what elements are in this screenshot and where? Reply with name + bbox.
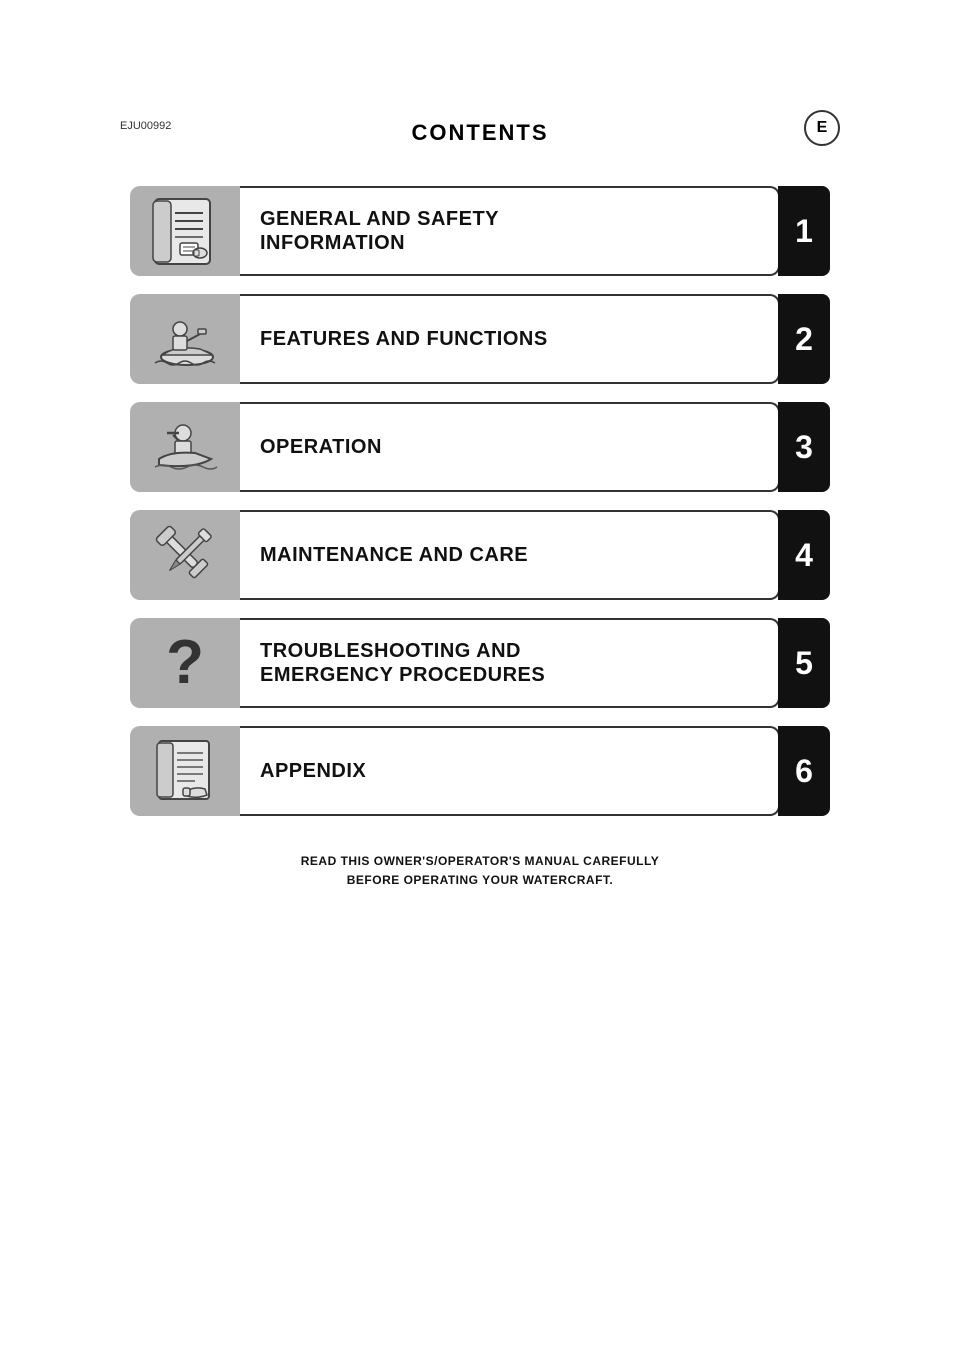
num-badge-2: 2 (778, 294, 830, 384)
toc-row-3[interactable]: OPERATION 3 (130, 402, 830, 492)
label-box-5: TROUBLESHOOTING ANDEMERGENCY PROCEDURES (240, 618, 780, 708)
label-box-3: OPERATION (240, 402, 780, 492)
toc-row-2[interactable]: FEATURES AND FUNCTIONS 2 (130, 294, 830, 384)
label-box-1: GENERAL AND SAFETYINFORMATION (240, 186, 780, 276)
toc-container: GENERAL AND SAFETYINFORMATION 1 (130, 186, 830, 816)
svg-text:?: ? (166, 628, 204, 697)
manual-icon (145, 191, 225, 271)
icon-box-5: ? (130, 618, 240, 708)
toc-row-6[interactable]: APPENDIX 6 (130, 726, 830, 816)
troubleshoot-icon: ? (145, 623, 225, 703)
icon-box-4 (130, 510, 240, 600)
page: EJU00992 CONTENTS E (0, 0, 960, 1358)
page-title: CONTENTS (412, 120, 549, 146)
doc-code: EJU00992 (120, 120, 171, 132)
icon-box-2 (130, 294, 240, 384)
footer-line2: BEFORE OPERATING YOUR WATERCRAFT. (301, 871, 659, 890)
toc-label-3: OPERATION (260, 435, 382, 459)
toc-row-1[interactable]: GENERAL AND SAFETYINFORMATION 1 (130, 186, 830, 276)
toc-label-5: TROUBLESHOOTING ANDEMERGENCY PROCEDURES (260, 639, 545, 687)
footer-line1: READ THIS OWNER'S/OPERATOR'S MANUAL CARE… (301, 852, 659, 871)
label-box-4: MAINTENANCE AND CARE (240, 510, 780, 600)
toc-row-4[interactable]: MAINTENANCE AND CARE 4 (130, 510, 830, 600)
toc-label-1: GENERAL AND SAFETYINFORMATION (260, 207, 499, 255)
toc-label-4: MAINTENANCE AND CARE (260, 543, 528, 567)
label-box-6: APPENDIX (240, 726, 780, 816)
num-badge-6: 6 (778, 726, 830, 816)
appendix-icon (145, 731, 225, 811)
toc-row-5[interactable]: ? TROUBLESHOOTING ANDEMERGENCY PROCEDURE… (130, 618, 830, 708)
toc-label-2: FEATURES AND FUNCTIONS (260, 327, 548, 351)
language-badge: E (804, 110, 840, 146)
num-badge-3: 3 (778, 402, 830, 492)
footer: READ THIS OWNER'S/OPERATOR'S MANUAL CARE… (301, 852, 659, 890)
features-icon (145, 299, 225, 379)
toc-label-6: APPENDIX (260, 759, 366, 783)
icon-box-6 (130, 726, 240, 816)
icon-box-1 (130, 186, 240, 276)
num-badge-4: 4 (778, 510, 830, 600)
icon-box-3 (130, 402, 240, 492)
maintenance-icon (145, 515, 225, 595)
header: EJU00992 CONTENTS E (0, 0, 960, 146)
label-box-2: FEATURES AND FUNCTIONS (240, 294, 780, 384)
num-badge-1: 1 (778, 186, 830, 276)
operation-icon (145, 407, 225, 487)
num-badge-5: 5 (778, 618, 830, 708)
